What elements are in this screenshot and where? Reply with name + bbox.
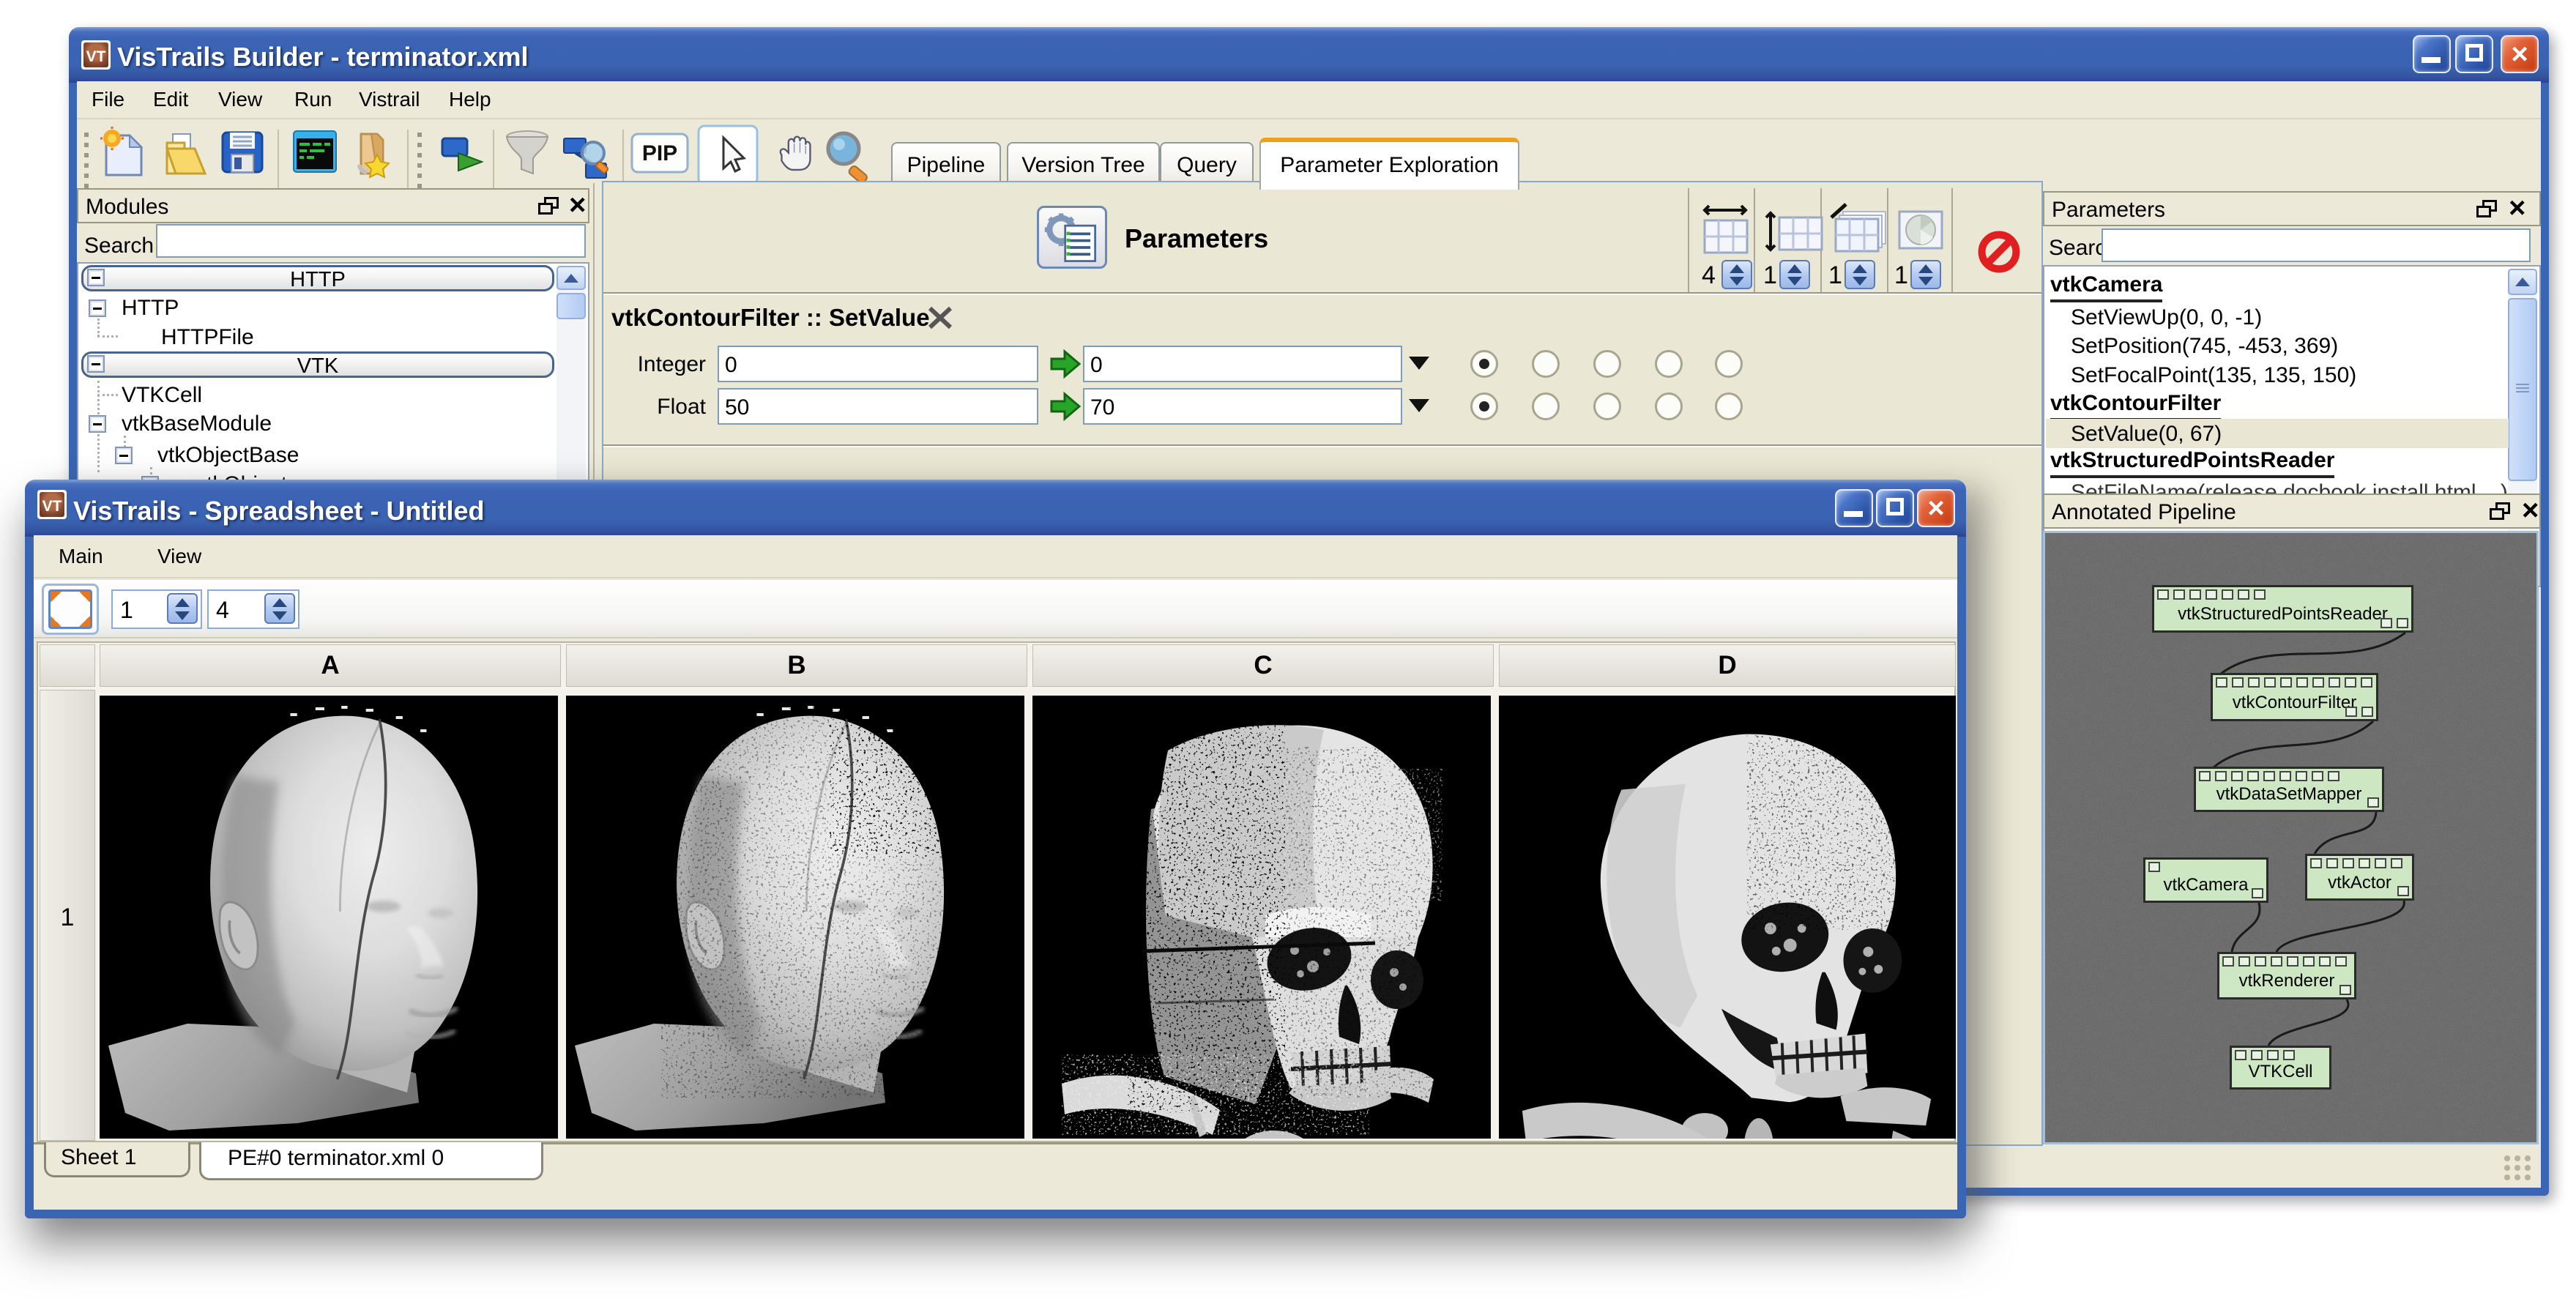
svg-text:PIP: PIP [642,141,677,165]
